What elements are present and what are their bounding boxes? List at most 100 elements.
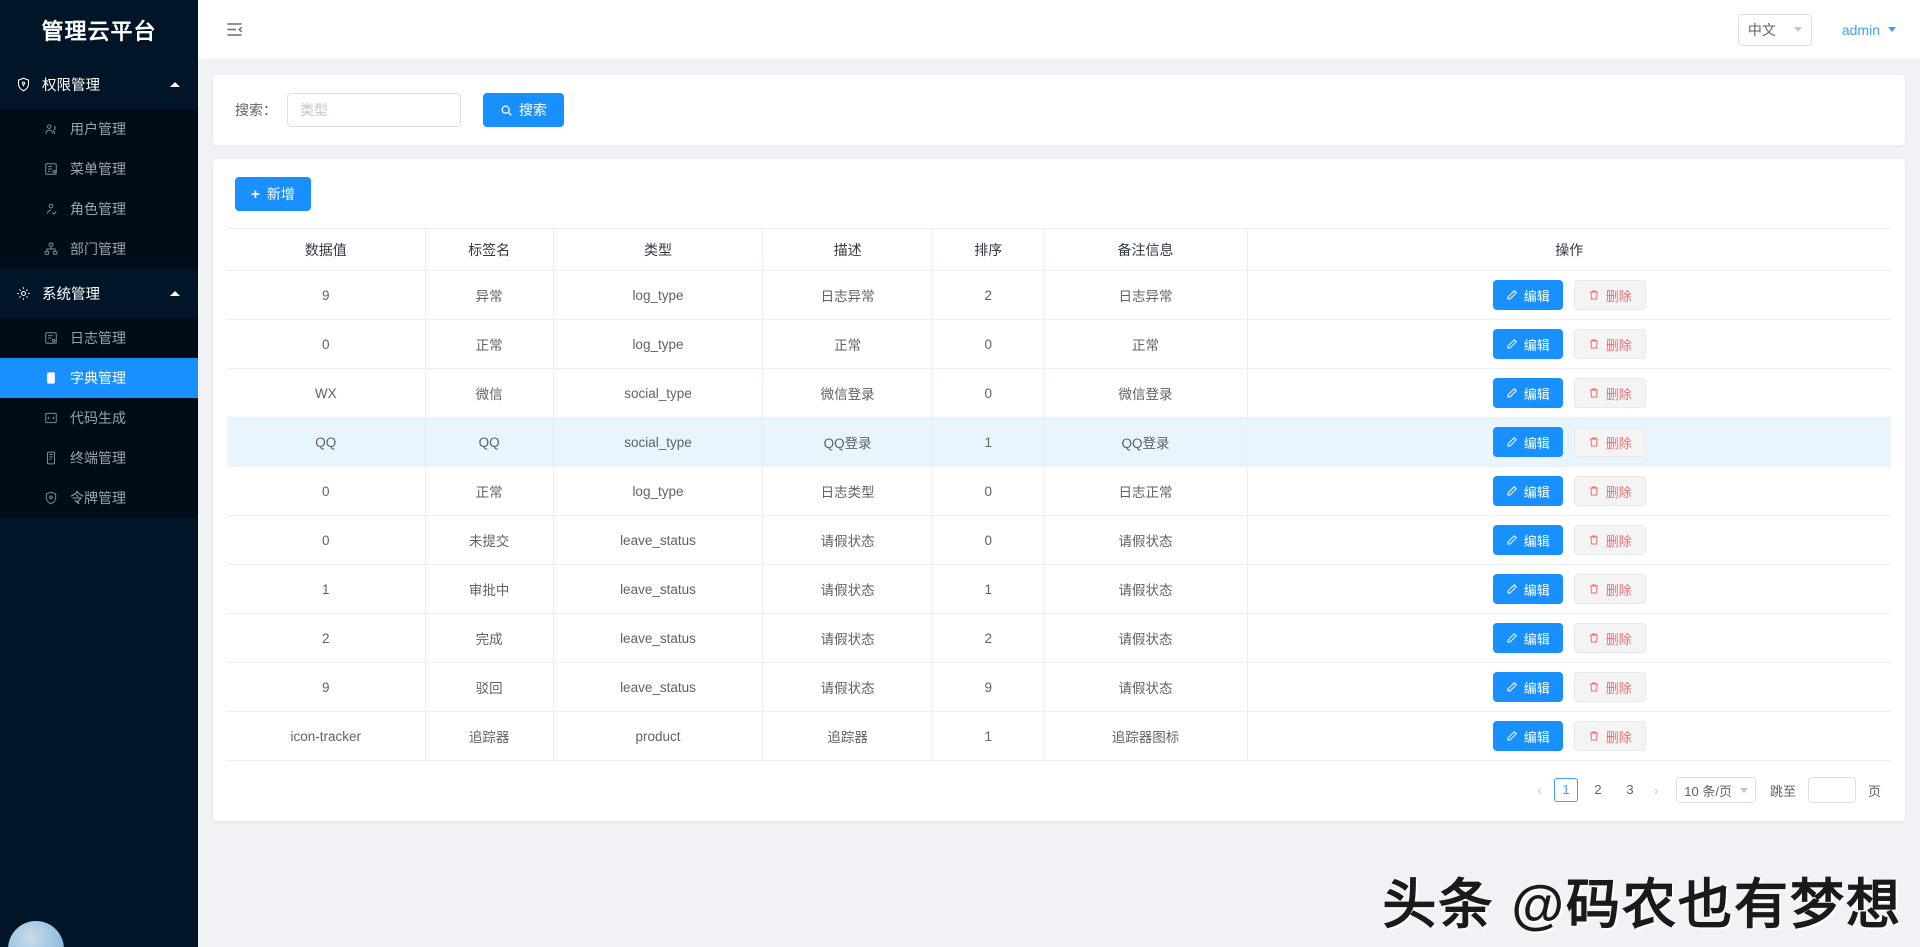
search-row: 搜索： 搜索 [235, 93, 1883, 127]
dictionary-table: 数据值 标签名 类型 描述 排序 备注信息 操作 9 异常 log_type 日志异常… [227, 228, 1891, 761]
cell-sort: 1 [932, 711, 1045, 761]
delete-button[interactable]: 删除 [1573, 378, 1646, 408]
edit-button[interactable]: 编辑 [1492, 574, 1563, 604]
edit-button[interactable]: 编辑 [1492, 623, 1563, 653]
column-header-remark: 备注信息 [1044, 228, 1248, 271]
sidebar-item-label: 菜单管理 [70, 161, 126, 177]
page-size-value: 10 条/页 [1684, 783, 1732, 799]
cell-label: 正常 [425, 466, 554, 516]
trash-icon [1588, 387, 1600, 399]
user-menu[interactable]: admin [1842, 22, 1896, 38]
column-header-type: 类型 [553, 228, 764, 271]
cell-remark: 请假状态 [1044, 564, 1248, 614]
cell-sort: 1 [932, 564, 1045, 614]
cell-sort: 0 [932, 319, 1045, 369]
sidebar-item-menu-management[interactable]: 菜单管理 [0, 149, 198, 189]
sidebar-item-label: 令牌管理 [70, 490, 126, 506]
search-input[interactable] [287, 93, 461, 127]
table-row[interactable]: QQ QQ social_type QQ登录 1 QQ登录 编辑 删除 [227, 417, 1891, 467]
sidebar-group-permission[interactable]: 权限管理 [0, 60, 198, 109]
edit-button[interactable]: 编辑 [1492, 378, 1563, 408]
cell-value: 0 [227, 466, 426, 516]
edit-button[interactable]: 编辑 [1492, 476, 1563, 506]
cell-desc: QQ登录 [762, 417, 934, 467]
column-header-desc: 描述 [762, 228, 934, 271]
pagination-prev[interactable]: ‹ [1534, 783, 1546, 798]
delete-button[interactable]: 删除 [1573, 427, 1646, 457]
cell-value: WX [227, 368, 426, 418]
menu-list-icon [44, 162, 64, 176]
delete-button[interactable]: 删除 [1573, 329, 1646, 359]
trash-icon [1588, 289, 1600, 301]
sidebar-group-system[interactable]: 系统管理 [0, 269, 198, 318]
collapse-menu-icon[interactable] [220, 16, 248, 44]
trash-icon [1588, 534, 1600, 546]
sidebar-filler [0, 518, 198, 878]
users-icon [44, 122, 64, 136]
table-row[interactable]: 0 正常 log_type 日志类型 0 日志正常 编辑 删除 [227, 466, 1891, 516]
pencil-icon [1506, 730, 1518, 742]
trash-icon [1588, 583, 1600, 595]
search-button[interactable]: 搜索 [483, 93, 564, 127]
table-row[interactable]: 9 驳回 leave_status 请假状态 9 请假状态 编辑 删除 [227, 662, 1891, 712]
table-row[interactable]: 2 完成 leave_status 请假状态 2 请假状态 编辑 删除 [227, 613, 1891, 663]
pencil-icon [1506, 583, 1518, 595]
pencil-icon [1506, 387, 1518, 399]
table-row[interactable]: 1 审批中 leave_status 请假状态 1 请假状态 编辑 删除 [227, 564, 1892, 614]
sidebar-item-user-management[interactable]: 用户管理 [0, 109, 198, 149]
language-select-value: 中文 [1747, 21, 1776, 38]
sidebar-item-log-management[interactable]: 日志管理 [0, 318, 198, 358]
cell-remark: 请假状态 [1044, 662, 1248, 712]
sidebar-item-department-management[interactable]: 部门管理 [0, 229, 198, 269]
pagination-page-2[interactable]: 2 [1586, 778, 1610, 802]
chevron-down-icon [1793, 27, 1802, 32]
cell-remark: 请假状态 [1044, 515, 1248, 565]
delete-button[interactable]: 删除 [1573, 574, 1646, 604]
trash-icon [1588, 436, 1600, 448]
table-row[interactable]: WX 微信 social_type 微信登录 0 微信登录 编辑 删除 [227, 368, 1891, 418]
action-buttons: 编辑 删除 [1248, 574, 1892, 604]
edit-button[interactable]: 编辑 [1492, 525, 1563, 555]
delete-button[interactable]: 删除 [1573, 476, 1646, 506]
pencil-icon [1506, 681, 1518, 693]
table-row[interactable]: 0 正常 log_type 正常 0 正常 编辑 删除 [227, 319, 1891, 369]
plus-icon: + [251, 185, 260, 203]
add-button[interactable]: + 新增 [235, 177, 311, 211]
table-row[interactable]: 9 异常 log_type 日志异常 2 日志异常 编辑 删除 [227, 270, 1891, 320]
cell-sort: 0 [932, 515, 1045, 565]
cell-label: 正常 [425, 319, 554, 369]
delete-button[interactable]: 删除 [1573, 721, 1646, 751]
cell-desc: 日志类型 [762, 466, 934, 516]
jump-page-input[interactable] [1807, 777, 1856, 803]
edit-button[interactable]: 编辑 [1492, 427, 1563, 457]
pagination-page-3[interactable]: 3 [1618, 778, 1642, 802]
cell-actions: 编辑 删除 [1247, 466, 1891, 516]
pagination: ‹ 1 2 3 › 10 条/页 跳至 页 [227, 761, 1891, 807]
delete-button-label: 删除 [1605, 288, 1632, 304]
main-area: 中文 admin 搜索： 类型 搜索 + 新增 数据值 标签名 类型 描述 排序… [198, 0, 1920, 947]
sidebar-item-token-management[interactable]: 令牌管理 [0, 478, 198, 518]
pagination-next[interactable]: › [1650, 783, 1662, 798]
table-row[interactable]: icon-tracker 追踪器 product 追踪器 1 追踪器图标 编辑 删除 [227, 711, 1891, 761]
sidebar-item-role-management[interactable]: 角色管理 [0, 189, 198, 229]
sidebar-item-terminal-management[interactable]: 终端管理 [0, 438, 198, 478]
trash-icon [1588, 681, 1600, 693]
sidebar-item-dictionary-management[interactable]: 字典管理 [0, 358, 198, 398]
sidebar-item-code-generation[interactable]: 代码生成 [0, 398, 198, 438]
delete-button[interactable]: 删除 [1573, 525, 1646, 555]
language-select[interactable]: 中文 [1737, 13, 1812, 46]
cell-value: 0 [227, 515, 426, 565]
cell-actions: 编辑 删除 [1247, 319, 1891, 369]
cell-actions: 编辑 删除 [1247, 270, 1891, 320]
table-head: 数据值 标签名 类型 描述 排序 备注信息 操作 [227, 228, 1891, 271]
table-row[interactable]: 0 未提交 leave_status 请假状态 0 请假状态 编辑 删除 [227, 515, 1891, 565]
edit-button[interactable]: 编辑 [1492, 329, 1563, 359]
delete-button[interactable]: 删除 [1573, 672, 1646, 702]
delete-button[interactable]: 删除 [1573, 623, 1646, 653]
delete-button[interactable]: 删除 [1573, 280, 1646, 310]
pagination-page-1[interactable]: 1 [1553, 778, 1578, 802]
page-size-select[interactable]: 10 条/页 [1676, 777, 1756, 803]
edit-button[interactable]: 编辑 [1492, 721, 1563, 751]
edit-button[interactable]: 编辑 [1492, 672, 1563, 702]
edit-button[interactable]: 编辑 [1492, 280, 1563, 310]
